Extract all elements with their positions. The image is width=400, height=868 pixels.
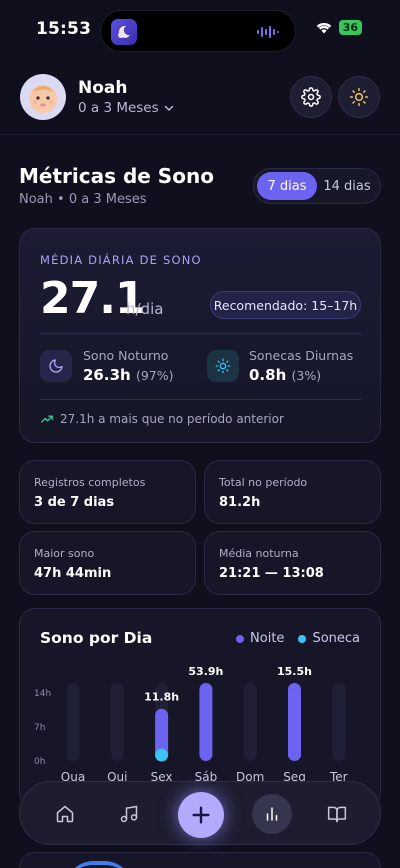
wifi-icon: [316, 22, 331, 34]
trend-text: 27.1h a mais que no período anterior: [60, 412, 284, 426]
nap-stat: 0.8h (3%): [249, 366, 321, 384]
bar-track: [332, 683, 346, 761]
bar-total-label: 15.5h: [277, 665, 312, 678]
bar-track: [110, 683, 124, 761]
stat-card-longest: Maior sono 47h 44min: [19, 531, 196, 595]
nap-bar: [155, 748, 169, 762]
profile-age-label: 0 a 3 Meses: [78, 100, 159, 116]
sleep-per-day-card: Sono por Dia Noite Soneca 14h 7h 0h Qua Qui 1…: [19, 608, 381, 808]
stat-label: Média noturna: [219, 547, 299, 560]
ring-chart-peek: [64, 861, 134, 868]
night-sleep-percent: (97%): [135, 368, 174, 383]
nav-music-button[interactable]: [111, 796, 147, 832]
card-divider: [40, 333, 362, 334]
theme-toggle-button[interactable]: [338, 76, 380, 118]
stat-value: 21:21 — 13:08: [219, 566, 324, 581]
trend-row: 27.1h a mais que no período anterior: [40, 412, 284, 426]
nav-book-button[interactable]: [319, 796, 355, 832]
header: Noah 0 a 3 Meses: [20, 72, 380, 122]
nap-icon-box: [207, 350, 239, 382]
range-14-days-button[interactable]: 14 dias: [317, 172, 377, 200]
music-icon: [120, 805, 138, 823]
bar-track: [243, 683, 257, 761]
gear-icon: [301, 87, 321, 107]
night-bar: [199, 683, 213, 761]
dynamic-island[interactable]: [100, 10, 296, 52]
status-indicators: 36: [315, 20, 362, 35]
home-icon: [56, 805, 74, 823]
daily-average-label: MÉDIA DIÁRIA DE SONO: [40, 253, 202, 267]
y-tick-label: 7h: [34, 723, 45, 733]
stat-value: 81.2h: [219, 495, 261, 510]
daily-average-unit: h/dia: [126, 300, 164, 318]
stat-label: Total no período: [219, 476, 308, 489]
bar-total-label: 53.9h: [188, 665, 223, 678]
battery-indicator: 36: [338, 20, 362, 35]
bottom-nav: [19, 781, 381, 845]
app-moon-icon: [111, 19, 137, 45]
header-divider: [0, 134, 400, 135]
baby-avatar[interactable]: [20, 74, 66, 120]
y-tick-label: 14h: [34, 689, 51, 699]
night-sleep-label: Sono Noturno: [83, 348, 169, 363]
nap-label: Sonecas Diurnas: [249, 348, 354, 363]
profile-name: Noah: [78, 78, 128, 98]
profile-age-selector[interactable]: 0 a 3 Meses: [78, 100, 175, 116]
night-sleep-stat: 26.3h (97%): [83, 366, 173, 384]
add-entry-button[interactable]: [178, 792, 224, 838]
nav-stats-button[interactable]: [252, 794, 292, 834]
add-icon: [192, 806, 210, 824]
y-tick-label: 0h: [34, 757, 45, 767]
moon-icon: [49, 359, 63, 373]
night-bar: [288, 683, 301, 761]
next-card-peek: [19, 852, 381, 868]
page-title: Métricas de Sono: [19, 164, 214, 188]
sun-small-icon: [215, 358, 231, 374]
nav-home-button[interactable]: [47, 796, 83, 832]
status-time: 15:53: [36, 19, 92, 39]
chart-icon: [266, 807, 278, 821]
page-subtitle: Noah • 0 a 3 Meses: [19, 192, 147, 207]
trending-up-icon: [41, 415, 53, 423]
nap-percent: (3%): [291, 368, 322, 383]
settings-button[interactable]: [290, 76, 332, 118]
recommended-badge: Recomendado: 15–17h: [210, 291, 361, 319]
stat-value: 47h 44min: [34, 566, 112, 581]
nap-value: 0.8h: [249, 366, 287, 384]
book-icon: [327, 806, 347, 823]
night-sleep-value: 26.3h: [83, 366, 131, 384]
stat-label: Maior sono: [34, 547, 95, 560]
daily-average-card: MÉDIA DIÁRIA DE SONO 27.1 h/dia Recomend…: [19, 228, 381, 443]
stat-card-total: Total no período 81.2h: [204, 460, 381, 524]
card-divider-2: [40, 399, 362, 400]
range-toggle: 7 dias 14 dias: [253, 168, 381, 204]
night-sleep-icon-box: [40, 350, 72, 382]
status-bar: 15:53 36: [0, 0, 400, 60]
sleep-bar-chart: 14h7h0hQua Qui11.8hSex53.9hSáb Dom15.5hSeg…: [34, 665, 348, 784]
chevron-down-icon: [164, 105, 173, 112]
stat-card-night-average: Média noturna 21:21 — 13:08: [204, 531, 381, 595]
sun-icon: [349, 87, 369, 107]
stat-value: 3 de 7 dias: [34, 495, 115, 510]
bar-track: [66, 683, 80, 761]
audio-wave-icon: [257, 26, 279, 38]
stat-label: Registros completos: [34, 476, 146, 489]
range-7-days-button[interactable]: 7 dias: [257, 172, 317, 200]
stat-card-records: Registros completos 3 de 7 dias: [19, 460, 196, 524]
bar-total-label: 11.8h: [144, 691, 179, 704]
